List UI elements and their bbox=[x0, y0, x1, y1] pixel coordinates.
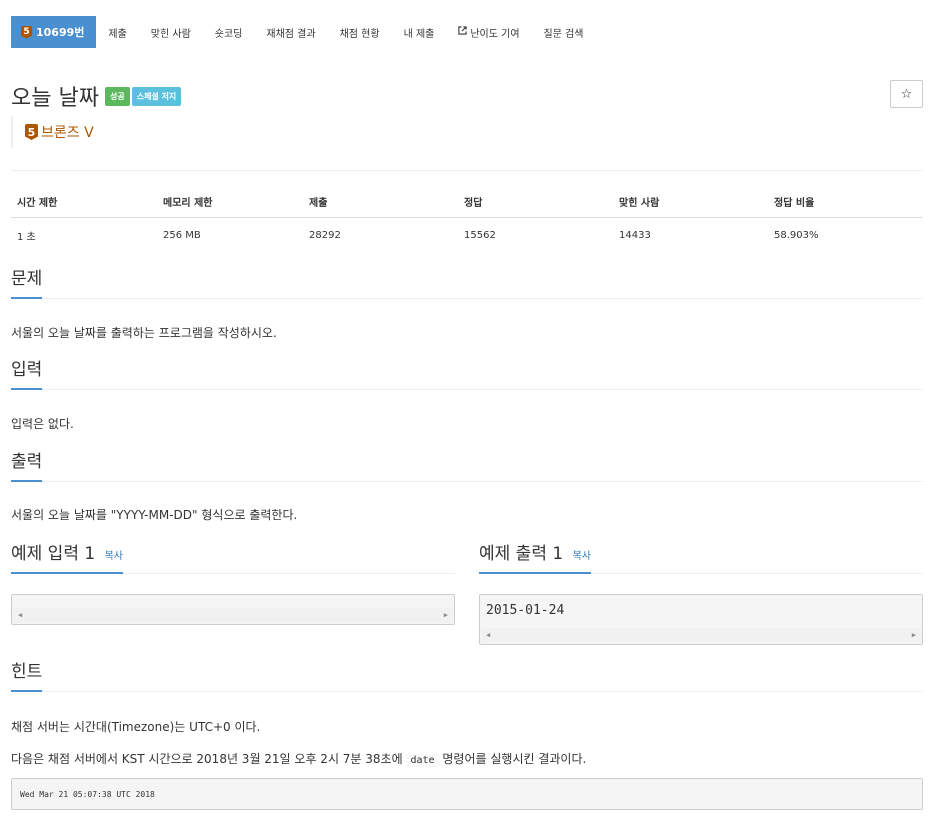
output-text: 서울의 오늘 날짜를 "YYYY-MM-DD" 형식으로 출력한다. bbox=[11, 508, 298, 522]
hint-line-2-before: 다음은 채점 서버에서 KST 시간으로 2018년 3월 21일 오후 2시 … bbox=[11, 752, 403, 766]
bronze-tier-icon: 5 bbox=[25, 124, 38, 140]
nav-rejudge-results[interactable]: 재채점 결과 bbox=[254, 16, 327, 48]
copy-sample-input-button[interactable]: 복사 bbox=[105, 551, 123, 562]
nav-problem-number[interactable]: 5 10699번 bbox=[11, 16, 97, 48]
tier-name: 브론즈 V bbox=[41, 125, 94, 141]
sample-output-title-wrap: 예제 출력 1 복사 bbox=[479, 543, 591, 574]
page-title: 오늘 날짜 bbox=[11, 86, 99, 111]
header-solved-users: 맞힌 사람 bbox=[613, 188, 768, 218]
problem-number-label: 10699번 bbox=[36, 26, 85, 39]
sample-output-box[interactable]: 2015-01-24 ◀ ▶ bbox=[479, 594, 923, 645]
section-description-title: 문제 bbox=[11, 268, 43, 299]
nav-question-search[interactable]: 질문 검색 bbox=[532, 16, 596, 48]
value-time-limit: 1 초 bbox=[17, 232, 36, 243]
header-time-limit: 시간 제한 bbox=[11, 188, 157, 218]
value-accepted: 15562 bbox=[464, 230, 496, 241]
hint-line-2-after: 명령어를 실행시킨 결과이다. bbox=[442, 752, 587, 766]
scroll-left-icon[interactable]: ◀ bbox=[486, 631, 490, 639]
section-output-header: 출력 bbox=[11, 451, 923, 482]
horizontal-scrollbar[interactable]: ◀ ▶ bbox=[13, 608, 453, 623]
description-text: 서울의 오늘 날짜를 출력하는 프로그램을 작성하시오. bbox=[11, 326, 277, 340]
star-icon: ☆ bbox=[900, 86, 913, 102]
scroll-right-icon[interactable]: ▶ bbox=[444, 611, 448, 619]
header-accepted: 정답 bbox=[458, 188, 613, 218]
header-memory-limit: 메모리 제한 bbox=[157, 188, 303, 218]
section-input-header: 입력 bbox=[11, 359, 923, 390]
status-badge-special-judge: 스페셜 저지 bbox=[131, 86, 182, 106]
section-output-title: 출력 bbox=[11, 451, 43, 482]
hint-line-2: 다음은 채점 서버에서 KST 시간으로 2018년 3월 21일 오후 2시 … bbox=[11, 750, 586, 767]
bronze-tier-icon: 5 bbox=[21, 25, 32, 39]
header-accept-ratio: 정답 비율 bbox=[768, 188, 923, 218]
sample-input-title: 예제 입력 1 bbox=[11, 544, 96, 564]
problem-title-row: 오늘 날짜 성공 스페셜 저지 bbox=[11, 80, 182, 112]
problem-info-table: 시간 제한 메모리 제한 제출 정답 맞힌 사람 정답 비율 1 초 256 M… bbox=[11, 188, 923, 253]
nav-short-coding[interactable]: 숏코딩 bbox=[203, 16, 255, 48]
sample-input-title-wrap: 예제 입력 1 복사 bbox=[11, 543, 123, 574]
copy-sample-output-button[interactable]: 복사 bbox=[573, 551, 591, 562]
nav-judge-status[interactable]: 채점 현황 bbox=[328, 16, 392, 48]
external-link-icon bbox=[458, 26, 467, 38]
status-badge-success: 성공 bbox=[104, 86, 130, 106]
divider bbox=[11, 170, 923, 171]
section-description-header: 문제 bbox=[11, 268, 923, 299]
problem-nav: 5 10699번 제출 맞힌 사람 숏코딩 재채점 결과 채점 현황 내 제출 … bbox=[11, 16, 596, 48]
sample-input-header: 예제 입력 1 복사 bbox=[11, 543, 455, 574]
favorite-star-button[interactable]: ☆ bbox=[890, 80, 923, 108]
nav-difficulty-contribution[interactable]: 난이도 기여 bbox=[446, 16, 531, 48]
sample-input-content bbox=[12, 595, 454, 609]
table-header-row: 시간 제한 메모리 제한 제출 정답 맞힌 사람 정답 비율 bbox=[11, 188, 923, 218]
nav-solved-users[interactable]: 맞힌 사람 bbox=[139, 16, 203, 48]
scroll-right-icon[interactable]: ▶ bbox=[912, 631, 916, 639]
inline-code-date: date bbox=[406, 754, 439, 767]
sample-output-header: 예제 출력 1 복사 bbox=[479, 543, 923, 574]
nav-submit[interactable]: 제출 bbox=[96, 16, 138, 48]
command-output-box: Wed Mar 21 05:07:38 UTC 2018 bbox=[11, 778, 923, 810]
scroll-left-icon[interactable]: ◀ bbox=[18, 611, 22, 619]
section-hint-title: 힌트 bbox=[11, 661, 43, 692]
table-row: 1 초 256 MB 28292 15562 14433 58.903% bbox=[11, 218, 923, 254]
section-hint-header: 힌트 bbox=[11, 661, 923, 692]
header-submissions: 제출 bbox=[303, 188, 458, 218]
sample-output-title: 예제 출력 1 bbox=[479, 544, 564, 564]
nav-my-submissions[interactable]: 내 제출 bbox=[392, 16, 447, 48]
hint-line-1: 채점 서버는 시간대(Timezone)는 UTC+0 이다. bbox=[11, 720, 261, 734]
section-input-title: 입력 bbox=[11, 359, 43, 390]
horizontal-scrollbar[interactable]: ◀ ▶ bbox=[481, 628, 921, 643]
value-submissions: 28292 bbox=[309, 230, 341, 241]
nav-difficulty-label: 난이도 기여 bbox=[470, 28, 520, 40]
input-text: 입력은 없다. bbox=[11, 417, 74, 431]
sample-input-box[interactable]: ◀ ▶ bbox=[11, 594, 455, 625]
value-solved-users: 14433 bbox=[619, 230, 651, 241]
value-accept-ratio: 58.903% bbox=[774, 230, 819, 241]
value-memory-limit: 256 MB bbox=[163, 230, 201, 241]
problem-tier: 5 브론즈 V bbox=[11, 116, 94, 148]
sample-output-content: 2015-01-24 bbox=[486, 603, 565, 618]
